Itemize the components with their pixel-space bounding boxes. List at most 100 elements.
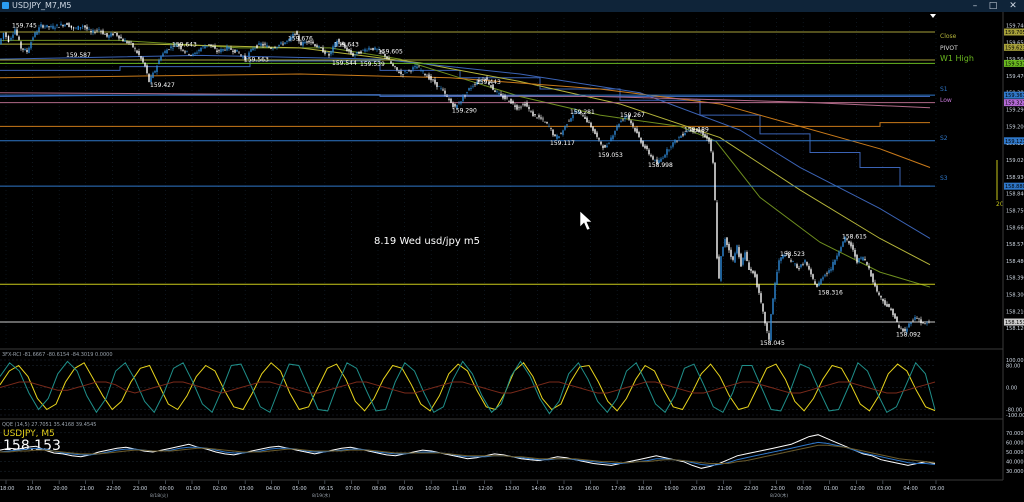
date-label: 8/20(木) — [770, 492, 788, 499]
candle-body — [676, 140, 678, 142]
candle-body — [358, 51, 360, 54]
close-button[interactable]: ✕ — [1006, 0, 1020, 12]
candle-body — [120, 36, 122, 39]
candle-body — [190, 54, 192, 56]
candle-body — [594, 129, 596, 135]
candle-body — [806, 262, 808, 266]
time-tick-label: 22:00 — [106, 486, 120, 492]
candle-body — [772, 298, 774, 315]
candle-body — [790, 260, 792, 262]
candle-body — [254, 47, 256, 49]
candle-body — [34, 32, 36, 37]
candle-body — [776, 272, 778, 285]
candle-body — [224, 49, 226, 51]
candle-body — [718, 256, 720, 279]
candle-body — [184, 51, 186, 53]
candle-body — [722, 246, 724, 256]
candle-body — [126, 41, 128, 44]
candle-body — [828, 270, 830, 273]
minimize-button[interactable]: – — [968, 0, 982, 12]
price-annotation: 158.045 — [760, 340, 785, 347]
price-tag-label: 159.537 — [1005, 61, 1024, 67]
candle-body — [608, 143, 610, 144]
candle-body — [898, 325, 900, 328]
candle-body — [900, 328, 902, 330]
candle-body — [848, 241, 850, 244]
time-tick-label: 13:00 — [505, 486, 519, 492]
candle-body — [566, 124, 568, 126]
candle-body — [130, 41, 132, 43]
candle-body — [622, 119, 624, 121]
candle-body — [232, 50, 234, 52]
candle-body — [218, 50, 220, 52]
candle-body — [832, 261, 834, 270]
maximize-button[interactable]: □ — [986, 0, 1000, 12]
candle-body — [530, 111, 532, 112]
price-tick-label: 158.210 — [1006, 309, 1024, 315]
candle-body — [26, 50, 28, 53]
candle-body — [122, 38, 124, 42]
price-annotation: 158.615 — [842, 234, 867, 241]
candle-body — [802, 264, 804, 266]
candle-body — [90, 31, 92, 33]
candle-body — [158, 59, 160, 65]
level-label-s3: S3 — [940, 175, 948, 182]
price-annotation: 159.053 — [598, 152, 623, 159]
candle-body — [88, 29, 90, 30]
candle-body — [82, 25, 84, 27]
candle-body — [896, 316, 898, 323]
level-label-s2: S2 — [940, 135, 948, 142]
candle-body — [350, 50, 352, 54]
candle-body — [446, 96, 448, 97]
candle-body — [238, 52, 240, 54]
price-annotation: 159.443 — [476, 79, 501, 86]
candle-body — [560, 133, 562, 134]
candle-body — [40, 24, 42, 27]
candle-body — [386, 56, 388, 59]
candle-body — [874, 282, 876, 287]
candle-body — [79, 27, 82, 29]
candle-body — [466, 91, 468, 93]
candle-body — [604, 144, 606, 148]
candle-body — [402, 74, 404, 75]
price-tag-label: 158.880 — [1005, 184, 1024, 190]
candle-body — [870, 270, 872, 277]
candle-body — [668, 149, 670, 151]
candle-body — [590, 122, 592, 128]
candle-body — [282, 43, 284, 45]
candle-body — [546, 121, 548, 124]
candle-body — [842, 241, 844, 247]
candle-body — [856, 254, 858, 263]
candle-body — [112, 33, 114, 36]
candle-body — [420, 70, 422, 71]
candle-body — [556, 134, 558, 139]
candle-body — [812, 274, 814, 279]
price-annotation: 159.427 — [150, 82, 175, 89]
candle-body — [316, 45, 318, 48]
indicator-tick-label: -100.00 — [1006, 413, 1024, 419]
price-tick-label: 159.200 — [1006, 124, 1024, 130]
candle-body — [924, 323, 926, 325]
chart-canvas[interactable]: 159.745 159.587 159.643 159.427 159.563 159.6… — [0, 12, 1024, 502]
time-tick-label: 07:00 — [345, 486, 359, 492]
candle-body — [886, 304, 888, 307]
candle-body — [500, 93, 502, 96]
candle-body — [142, 57, 144, 63]
price-annotation: 159.643 — [334, 42, 359, 49]
candle-body — [606, 145, 608, 147]
candle-body — [64, 24, 66, 27]
candle-body — [526, 102, 528, 107]
price-tag-label: 159.327 — [1005, 101, 1024, 107]
candle-body — [470, 88, 472, 89]
price-annotation: 159.563 — [244, 57, 269, 64]
candle-body — [28, 47, 30, 53]
price-tick-label: 158.750 — [1006, 208, 1024, 214]
price-tag-label: 159.705 — [1005, 30, 1024, 36]
candle-body — [12, 34, 14, 38]
candle-body — [418, 66, 420, 68]
candle-body — [558, 136, 560, 139]
candle-body — [536, 117, 538, 119]
candle-body — [746, 252, 748, 261]
candle-body — [728, 243, 730, 251]
candle-body — [10, 37, 12, 40]
